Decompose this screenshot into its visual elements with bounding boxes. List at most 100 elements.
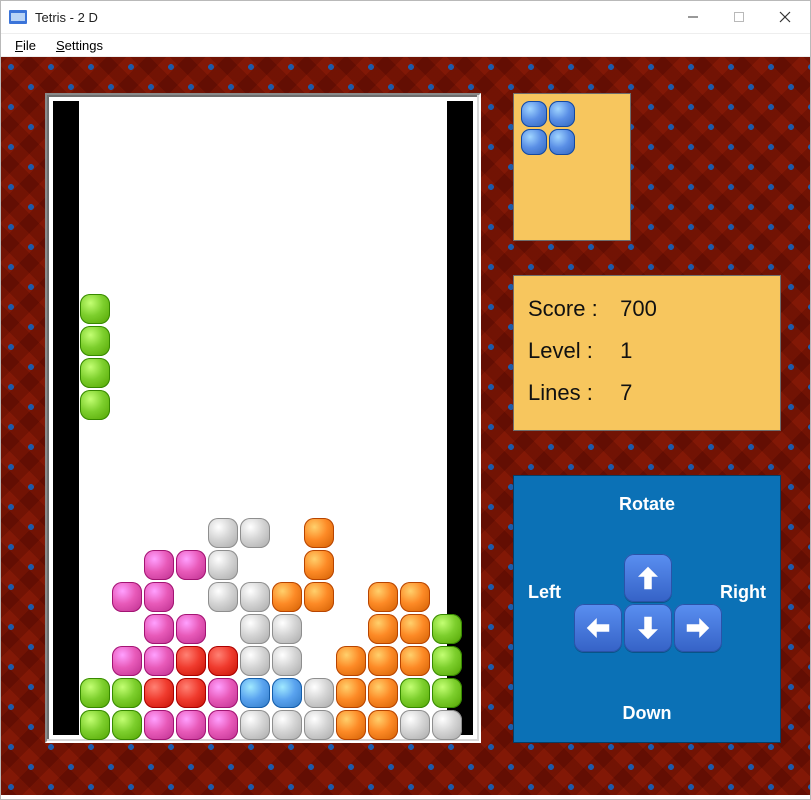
stack-block (303, 549, 335, 581)
stack-block (143, 645, 175, 677)
stack-block (431, 645, 463, 677)
playfield[interactable] (53, 101, 473, 735)
stack-block (207, 677, 239, 709)
next-block (520, 128, 548, 156)
menubar: File Settings (1, 33, 810, 57)
stack-block (207, 645, 239, 677)
stack-block (111, 645, 143, 677)
right-label: Right (720, 582, 766, 603)
falling-block (79, 389, 111, 421)
left-label: Left (528, 582, 561, 603)
maximize-button[interactable] (716, 2, 762, 32)
stack-block (79, 677, 111, 709)
next-piece-panel (513, 93, 631, 241)
stack-block (431, 677, 463, 709)
stat-level: Level : 1 (528, 330, 766, 372)
stack-block (271, 709, 303, 741)
falling-block (79, 293, 111, 325)
rotate-button[interactable] (624, 554, 672, 602)
stack-block (335, 645, 367, 677)
playfield-frame (45, 93, 481, 743)
menu-settings[interactable]: Settings (46, 36, 113, 55)
stack-block (271, 677, 303, 709)
down-button[interactable] (624, 604, 672, 652)
score-value: 700 (620, 296, 657, 321)
stack-block (335, 677, 367, 709)
falling-block (79, 357, 111, 389)
stack-block (79, 709, 111, 741)
next-block (548, 100, 576, 128)
stack-block (175, 549, 207, 581)
stack-block (143, 613, 175, 645)
next-block (548, 128, 576, 156)
stack-block (111, 709, 143, 741)
lines-label: Lines : (528, 372, 614, 414)
right-button[interactable] (674, 604, 722, 652)
stack-block (303, 517, 335, 549)
stack-block (335, 709, 367, 741)
stack-block (367, 709, 399, 741)
arrow-up-icon (633, 563, 663, 593)
app-icon (9, 10, 27, 24)
stack-block (239, 581, 271, 613)
stack-block (175, 709, 207, 741)
stack-block (399, 645, 431, 677)
stack-block (367, 581, 399, 613)
lines-value: 7 (620, 380, 632, 405)
stats-panel: Score : 700 Level : 1 Lines : 7 (513, 275, 781, 431)
stack-block (271, 613, 303, 645)
menu-file[interactable]: File (5, 36, 46, 55)
arrow-down-icon (633, 613, 663, 643)
stack-block (303, 677, 335, 709)
stack-block (239, 645, 271, 677)
stat-score: Score : 700 (528, 288, 766, 330)
stack-block (303, 709, 335, 741)
stack-block (239, 613, 271, 645)
stack-block (399, 581, 431, 613)
stack-block (431, 613, 463, 645)
playfield-grid (79, 101, 447, 735)
falling-block (79, 325, 111, 357)
stack-block (367, 677, 399, 709)
bottom-strip (1, 795, 810, 799)
menu-settings-rest: ettings (65, 38, 103, 53)
next-block (520, 100, 548, 128)
stack-block (143, 549, 175, 581)
left-button[interactable] (574, 604, 622, 652)
arrow-left-icon (583, 613, 613, 643)
level-value: 1 (620, 338, 632, 363)
stack-block (399, 613, 431, 645)
down-label: Down (623, 703, 672, 724)
stack-block (367, 613, 399, 645)
score-label: Score : (528, 288, 614, 330)
stack-block (175, 677, 207, 709)
stack-block (303, 581, 335, 613)
maximize-icon (733, 11, 745, 23)
window-title: Tetris - 2 D (35, 10, 98, 25)
stack-block (399, 709, 431, 741)
stack-block (239, 709, 271, 741)
minimize-button[interactable] (670, 2, 716, 32)
stack-block (207, 581, 239, 613)
stack-block (111, 677, 143, 709)
stack-block (431, 709, 463, 741)
stack-block (239, 677, 271, 709)
stack-block (207, 549, 239, 581)
client-area: Score : 700 Level : 1 Lines : 7 Rotate L… (1, 57, 810, 799)
titlebar: Tetris - 2 D (1, 1, 810, 33)
controls-panel: Rotate Left Right Down (513, 475, 781, 743)
arrow-right-icon (683, 613, 713, 643)
stack-block (239, 517, 271, 549)
stack-block (111, 581, 143, 613)
stack-block (271, 645, 303, 677)
stack-block (399, 677, 431, 709)
level-label: Level : (528, 330, 614, 372)
stack-block (143, 709, 175, 741)
close-icon (779, 11, 791, 23)
close-button[interactable] (762, 2, 808, 32)
app-window: Tetris - 2 D File Settings Score : 700 L… (0, 0, 811, 800)
stack-block (175, 645, 207, 677)
stack-block (143, 581, 175, 613)
playfield-wall-left (53, 101, 79, 735)
stack-block (367, 645, 399, 677)
